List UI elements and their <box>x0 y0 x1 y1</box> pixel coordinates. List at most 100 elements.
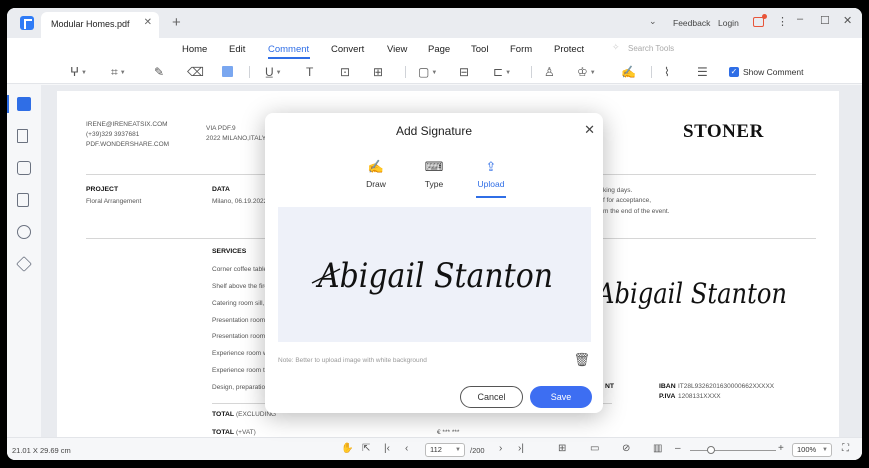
search-tools-input[interactable]: Search Tools <box>628 44 674 53</box>
zoom-in-icon[interactable]: + <box>778 443 784 454</box>
terms-line-3: m the end of the event. <box>603 208 670 215</box>
menu-edit[interactable]: Edit <box>229 44 245 55</box>
measure-icon[interactable]: ⊏ ▼ <box>493 64 511 80</box>
sticky-note-icon[interactable]: ⊟ <box>459 64 469 80</box>
toolbar-separator <box>249 66 250 78</box>
piva-label: P.IVA <box>659 393 676 400</box>
total-vat-value: € *** *** <box>437 429 460 436</box>
contact-phone: (+39)329 3937681 <box>86 131 140 138</box>
bookmark-icon[interactable] <box>17 129 28 143</box>
upload-note: Note: Better to upload image with white … <box>278 357 427 364</box>
toolbar-separator <box>531 66 532 78</box>
color-swatch-icon[interactable] <box>222 66 233 77</box>
thumbnails-icon[interactable] <box>17 97 31 111</box>
cancel-button[interactable]: Cancel <box>460 386 523 408</box>
text-icon[interactable]: T <box>306 64 313 80</box>
show-comment-checkbox[interactable]: ✓ <box>729 67 739 77</box>
add-signature-dialog: Add Signature ✕ ✍ Draw ⌨ Type ⇪ Upload A… <box>265 113 603 413</box>
zoom-out-icon[interactable]: – <box>675 443 681 454</box>
area-highlight-icon[interactable]: ⌗ ▼ <box>111 64 126 80</box>
contact-email: IRENE@IRENEATSIX.COM <box>86 121 168 128</box>
project-value: Floral Arrangement <box>86 198 142 205</box>
menu-page[interactable]: Page <box>428 44 450 55</box>
toolbar-separator <box>651 66 652 78</box>
shape-rectangle-icon[interactable]: ▢ ▼ <box>418 64 437 80</box>
attachments-panel-icon[interactable] <box>17 193 29 207</box>
page-mode-icon[interactable]: ▭ <box>590 443 599 454</box>
login-link[interactable]: Login <box>718 18 739 28</box>
menu-comment[interactable]: Comment <box>268 44 309 55</box>
left-sidebar <box>7 85 41 437</box>
zoom-slider-handle[interactable] <box>707 446 715 454</box>
iban-label: IBAN <box>659 383 676 390</box>
trash-icon[interactable]: 🗑 <box>573 352 590 368</box>
menu-form[interactable]: Form <box>510 44 532 55</box>
terms-line-2: f for acceptance, <box>603 197 652 204</box>
fullscreen-icon[interactable]: ⛶ <box>842 443 849 454</box>
minimize-icon[interactable]: – <box>797 13 803 25</box>
close-dialog-icon[interactable]: ✕ <box>584 122 595 138</box>
pencil-icon[interactable]: ✎ <box>154 64 164 80</box>
app-logo-icon[interactable] <box>20 16 34 30</box>
more-menu-icon[interactable]: ⋮ <box>777 15 788 28</box>
menu-tool[interactable]: Tool <box>471 44 488 55</box>
menu-view[interactable]: View <box>387 44 407 55</box>
close-tab-icon[interactable]: ✕ <box>144 17 152 28</box>
notification-icon[interactable] <box>753 14 767 27</box>
service-item: Experience room wi <box>212 350 270 357</box>
service-item: Corner coffee table <box>212 266 268 273</box>
highlight-tool-icon[interactable]: ⵖ ▼ <box>70 64 87 80</box>
textbox-icon[interactable]: ⊡ <box>340 64 350 80</box>
search-icon[interactable] <box>17 225 31 239</box>
new-tab-button[interactable]: + <box>172 14 181 31</box>
signature-icon[interactable]: ✍ <box>621 64 636 80</box>
service-item: Experience room ta <box>212 367 269 374</box>
service-item: Shelf above the fire <box>212 283 269 290</box>
select-tool-icon[interactable]: ⇱ <box>362 443 370 454</box>
next-page-icon[interactable]: › <box>499 443 502 454</box>
signature-stamp-icon[interactable]: ♔ ▼ <box>577 64 596 80</box>
page-total: /200 <box>470 446 485 455</box>
page-fit-icon[interactable]: ⊞ <box>558 443 566 454</box>
tab-type[interactable]: ⌨ Type <box>416 159 452 189</box>
zoom-slider[interactable] <box>690 450 776 451</box>
zoom-level-select[interactable]: 100% ▼ <box>792 443 832 457</box>
keyboard-icon: ⌨ <box>424 159 444 174</box>
active-tab-indicator <box>476 196 506 198</box>
menu-convert[interactable]: Convert <box>331 44 364 55</box>
text-callout-icon[interactable]: ⊞ <box>373 64 383 80</box>
first-page-icon[interactable]: |‹ <box>384 443 390 454</box>
piva-value: 1208131XXXX <box>678 393 721 400</box>
tab-upload[interactable]: ⇪ Upload <box>473 159 509 189</box>
tab-upload-label: Upload <box>477 179 505 189</box>
close-window-icon[interactable]: ✕ <box>843 14 852 27</box>
two-page-icon[interactable]: ▥ <box>653 443 662 454</box>
document-tab[interactable]: Modular Homes.pdf ✕ <box>41 12 159 38</box>
comment-list-icon[interactable]: ☰ <box>697 64 708 80</box>
comment-toolbar: ⵖ ▼ ⌗ ▼ ✎ ⌫ U̲ ▼ T ⊡ ⊞ ▢ ▼ ⊟ ⊏ ▼ ♙ ♔ ▼ ✍ ⌇ ☰ ✓… <box>7 60 862 84</box>
stamp-icon[interactable]: ♙ <box>544 64 555 80</box>
hand-tool-icon[interactable]: ✋ <box>341 443 353 454</box>
chevron-down-icon: ▼ <box>455 447 461 453</box>
last-page-icon[interactable]: ›| <box>518 443 524 454</box>
maximize-icon[interactable]: ☐ <box>820 14 830 27</box>
signature-preview-area[interactable]: Abigail Stanton <box>278 207 591 342</box>
layers-icon[interactable] <box>16 256 32 272</box>
page-number-input[interactable]: 112 ▼ <box>425 443 465 457</box>
tab-draw[interactable]: ✍ Draw <box>358 159 394 189</box>
feedback-link[interactable]: Feedback <box>673 18 710 28</box>
comment-panel-icon[interactable] <box>17 161 31 175</box>
service-item: Catering room sill, r <box>212 300 269 307</box>
menu-protect[interactable]: Protect <box>554 44 584 55</box>
previous-page-icon[interactable]: ‹ <box>405 443 408 454</box>
attachment-icon[interactable]: ⌇ <box>664 64 670 80</box>
underline-icon[interactable]: U̲ ▼ <box>265 64 282 80</box>
toolbar-separator <box>405 66 406 78</box>
chevron-down-icon[interactable]: ⌄ <box>649 16 657 27</box>
app-window: Modular Homes.pdf ✕ + ⌄ Feedback Login ⋮… <box>7 8 862 460</box>
rotate-icon[interactable]: ⊘ <box>622 443 630 454</box>
eraser-icon[interactable]: ⌫ <box>187 64 204 80</box>
menu-home[interactable]: Home <box>182 44 207 55</box>
title-bar: Modular Homes.pdf ✕ + ⌄ Feedback Login ⋮… <box>7 8 862 38</box>
save-button[interactable]: Save <box>530 386 592 408</box>
